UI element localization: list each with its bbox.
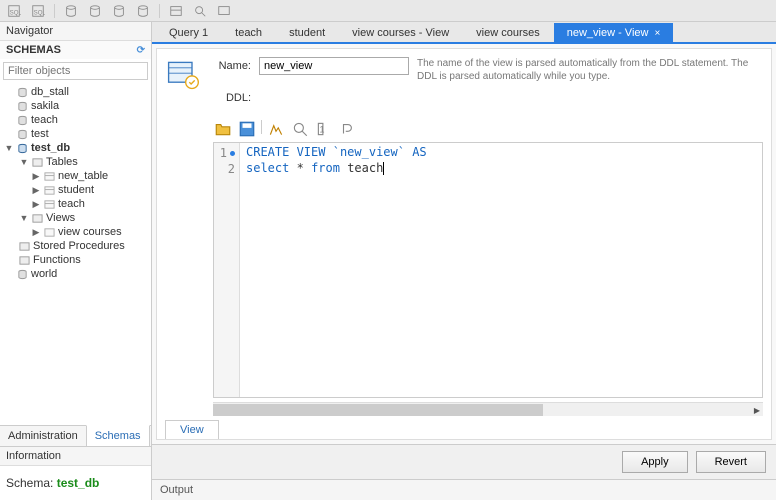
tool-table[interactable] bbox=[166, 2, 186, 20]
editor-tabs: Query 1 teach student view courses - Vie… bbox=[152, 22, 776, 44]
ddl-label: DDL: bbox=[211, 89, 251, 104]
name-hint: The name of the view is parsed automatic… bbox=[417, 57, 763, 83]
tool-ui[interactable] bbox=[214, 2, 234, 20]
action-row: Apply Revert bbox=[152, 444, 776, 479]
schemas-header: SCHEMAS ⟳ bbox=[0, 41, 151, 59]
tab-student[interactable]: student bbox=[276, 23, 338, 42]
gutter: 1 2 bbox=[214, 143, 240, 397]
tab-teach[interactable]: teach bbox=[222, 23, 275, 42]
schema-tree: db_stall sakila teach test ▼test_db ▼Tab… bbox=[0, 83, 151, 425]
invisible-icon[interactable] bbox=[338, 120, 358, 138]
tab-administration[interactable]: Administration bbox=[0, 426, 86, 446]
sql-editor[interactable]: 1 2 CREATE VIEW `new_view` AS select * f… bbox=[213, 142, 763, 398]
db-item-test-db[interactable]: ▼test_db bbox=[0, 141, 151, 155]
bottom-tabs: View bbox=[157, 420, 771, 439]
view-view-courses[interactable]: ▶view courses bbox=[0, 225, 151, 239]
filter-input[interactable] bbox=[3, 62, 148, 80]
tool-sql-2[interactable]: SQL bbox=[28, 2, 48, 20]
find-icon[interactable] bbox=[290, 120, 310, 138]
db-item-db-stall[interactable]: db_stall bbox=[0, 85, 151, 99]
navigator-panel: Navigator SCHEMAS ⟳ db_stall sakila teac… bbox=[0, 22, 152, 500]
tab-schemas[interactable]: Schemas bbox=[86, 425, 150, 446]
tool-db-1[interactable] bbox=[61, 2, 81, 20]
svg-text:SQL: SQL bbox=[34, 9, 45, 16]
revert-button[interactable]: Revert bbox=[696, 451, 766, 473]
ddl-toolbar: 1 bbox=[213, 118, 771, 142]
wrap-icon[interactable]: 1 bbox=[314, 120, 334, 138]
tab-view[interactable]: View bbox=[165, 420, 219, 439]
svg-text:1: 1 bbox=[320, 124, 325, 134]
tool-search[interactable] bbox=[190, 2, 210, 20]
name-input[interactable] bbox=[259, 57, 409, 75]
schema-label: Schema: bbox=[6, 476, 53, 490]
tool-db-4[interactable] bbox=[133, 2, 153, 20]
sep bbox=[159, 4, 160, 18]
horizontal-scrollbar[interactable]: ◀▶ bbox=[213, 402, 763, 416]
schema-info: Schema: test_db bbox=[0, 466, 151, 500]
view-large-icon bbox=[165, 57, 201, 93]
tool-db-3[interactable] bbox=[109, 2, 129, 20]
table-new-table[interactable]: ▶new_table bbox=[0, 169, 151, 183]
folder-stored-procedures[interactable]: Stored Procedures bbox=[0, 239, 151, 253]
folder-tables[interactable]: ▼Tables bbox=[0, 155, 151, 169]
apply-button[interactable]: Apply bbox=[622, 451, 688, 473]
main-toolbar: SQL SQL bbox=[0, 0, 776, 22]
db-item-sakila[interactable]: sakila bbox=[0, 99, 151, 113]
svg-text:SQL: SQL bbox=[10, 9, 21, 16]
tab-view-courses-view[interactable]: view courses - View bbox=[339, 23, 462, 42]
schemas-label: SCHEMAS bbox=[6, 44, 61, 56]
beautify-icon[interactable] bbox=[266, 120, 286, 138]
folder-functions[interactable]: Functions bbox=[0, 253, 151, 267]
folder-views[interactable]: ▼Views bbox=[0, 211, 151, 225]
navigator-title: Navigator bbox=[0, 22, 151, 41]
db-item-test[interactable]: test bbox=[0, 127, 151, 141]
close-icon[interactable]: × bbox=[654, 28, 660, 39]
output-header: Output bbox=[152, 479, 776, 500]
sep bbox=[261, 120, 262, 134]
table-teach[interactable]: ▶teach bbox=[0, 197, 151, 211]
table-student[interactable]: ▶student bbox=[0, 183, 151, 197]
tool-sql-1[interactable]: SQL bbox=[4, 2, 24, 20]
tool-db-2[interactable] bbox=[85, 2, 105, 20]
name-label: Name: bbox=[211, 57, 251, 72]
text-cursor bbox=[383, 162, 384, 175]
db-item-teach[interactable]: teach bbox=[0, 113, 151, 127]
tab-query1[interactable]: Query 1 bbox=[156, 23, 221, 42]
db-item-world[interactable]: world bbox=[0, 267, 151, 281]
refresh-icon[interactable]: ⟳ bbox=[137, 45, 145, 56]
editor-body: Name: The name of the view is parsed aut… bbox=[156, 48, 772, 440]
tab-new-view[interactable]: new_view - View× bbox=[554, 23, 674, 42]
information-title: Information bbox=[0, 446, 151, 466]
sep bbox=[54, 4, 55, 18]
tab-view-courses[interactable]: view courses bbox=[463, 23, 553, 42]
save-icon[interactable] bbox=[237, 120, 257, 138]
schema-value: test_db bbox=[57, 476, 100, 490]
navigator-tabs: Administration Schemas bbox=[0, 425, 151, 446]
open-icon[interactable] bbox=[213, 120, 233, 138]
